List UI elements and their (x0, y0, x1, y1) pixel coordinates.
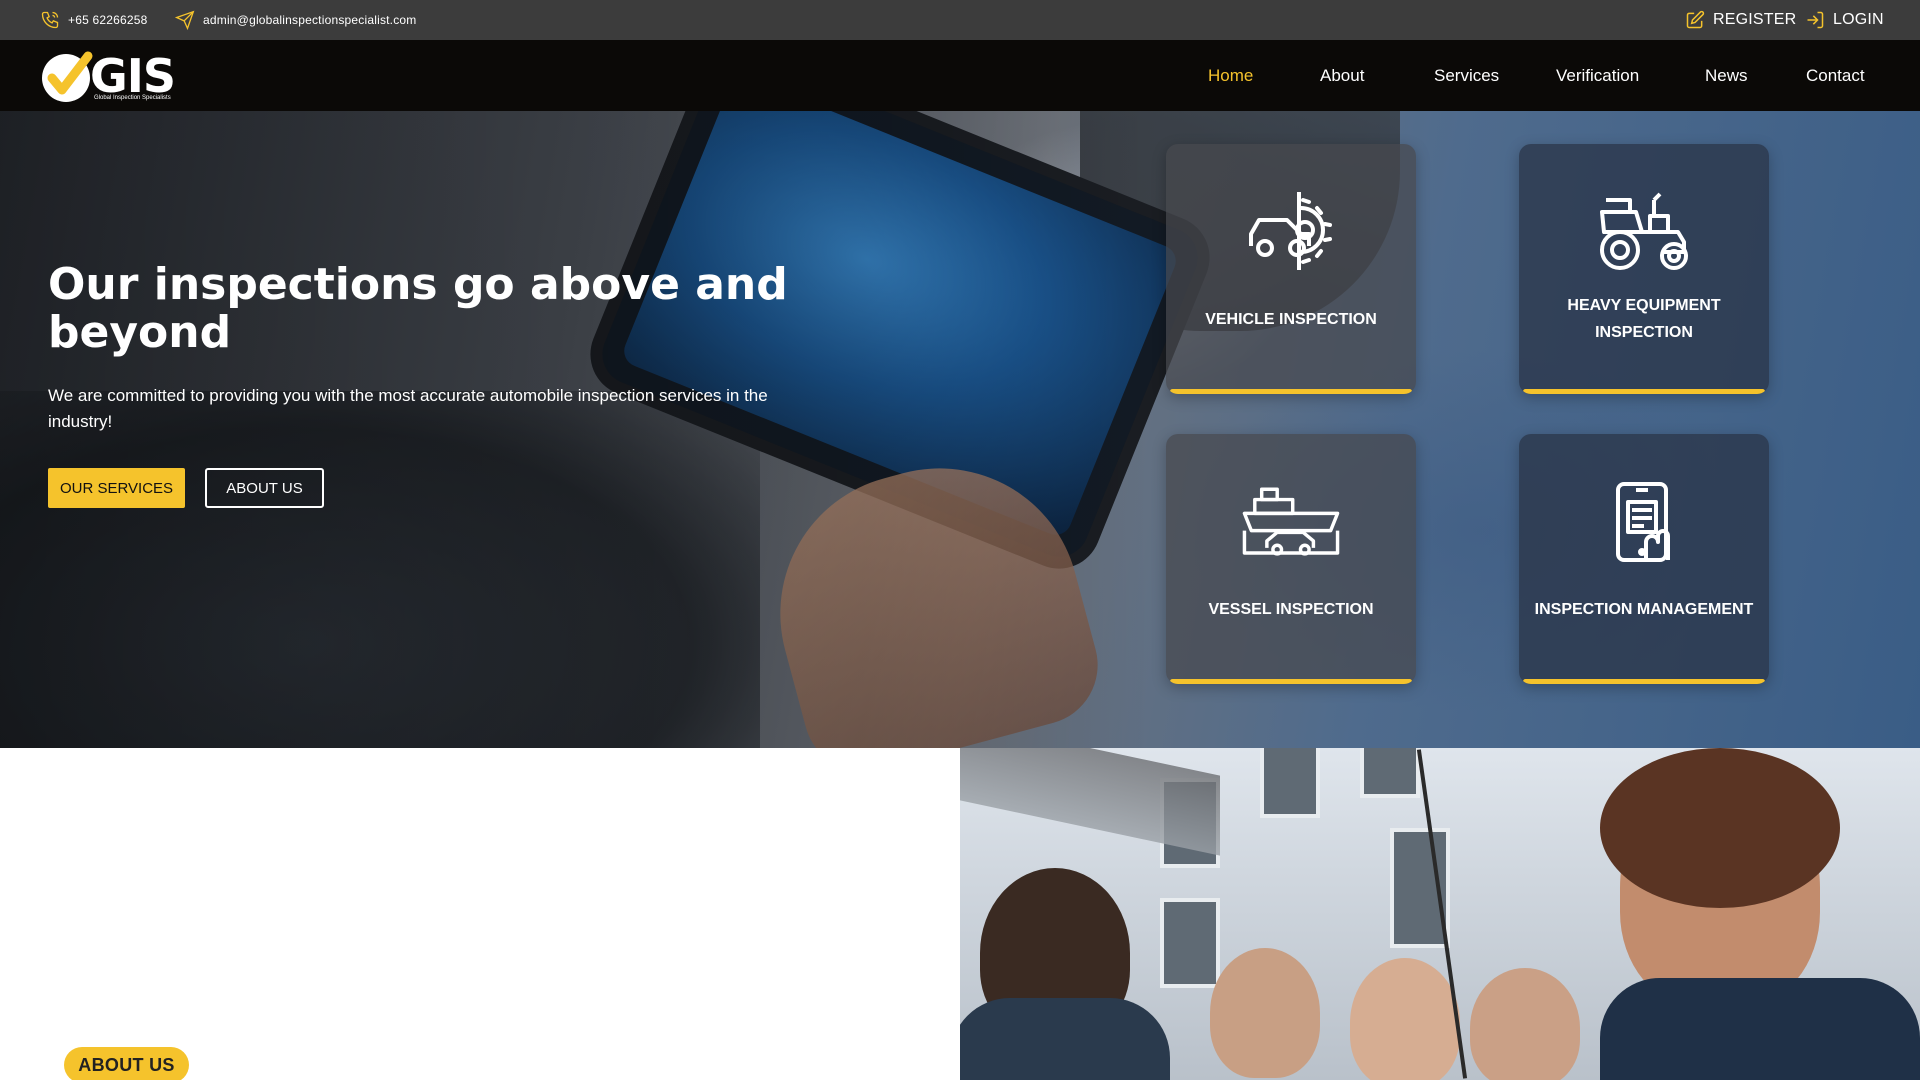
card-accent-bar (1170, 389, 1412, 394)
nav-services[interactable]: Services (1434, 40, 1499, 111)
nav-news[interactable]: News (1705, 40, 1748, 111)
register-link[interactable]: REGISTER (1685, 0, 1796, 40)
email-contact[interactable]: admin@globalinspectionspecialist.com (175, 0, 417, 40)
card-label: VEHICLE INSPECTION (1205, 310, 1377, 328)
hero-section: Our inspections go above and beyond We a… (0, 111, 1920, 748)
hero-subtitle: We are committed to providing you with t… (48, 386, 768, 431)
nav-home[interactable]: Home (1208, 40, 1253, 111)
login-label: LOGIN (1833, 11, 1884, 28)
car-gear-icon (1241, 189, 1341, 274)
about-us-button[interactable]: ABOUT US (205, 468, 324, 508)
our-services-button[interactable]: OUR SERVICES (48, 468, 185, 508)
phone-contact[interactable]: +65 62266258 (40, 0, 147, 40)
logo-subtitle: Global Inspection Specialists (94, 95, 171, 101)
about-photo (960, 748, 1920, 1080)
phone-document-icon (1594, 479, 1694, 564)
email-address: admin@globalinspectionspecialist.com (203, 13, 417, 27)
site-logo[interactable]: GIS Global Inspection Specialists (40, 48, 180, 104)
nav-contact[interactable]: Contact (1806, 40, 1865, 111)
edit-icon (1686, 10, 1705, 29)
card-accent-bar (1523, 389, 1765, 394)
nav-verification[interactable]: Verification (1556, 40, 1639, 111)
service-card-inspection-management[interactable]: INSPECTION MANAGEMENT (1519, 434, 1769, 684)
card-label: HEAVY EQUIPMENT INSPECTION (1567, 297, 1721, 341)
service-card-vessel[interactable]: VESSEL INSPECTION (1166, 434, 1416, 684)
register-label: REGISTER (1713, 11, 1797, 28)
ship-car-icon (1241, 479, 1341, 564)
service-card-vehicle[interactable]: VEHICLE INSPECTION (1166, 144, 1416, 394)
login-link[interactable]: LOGIN (1805, 0, 1884, 40)
card-label: VESSEL INSPECTION (1208, 600, 1374, 618)
service-card-heavy-equipment[interactable]: HEAVY EQUIPMENT INSPECTION (1519, 144, 1769, 394)
card-label: INSPECTION MANAGEMENT (1534, 600, 1754, 618)
login-icon (1807, 11, 1824, 29)
card-accent-bar (1523, 679, 1765, 684)
about-us-badge: ABOUT US (64, 1047, 189, 1080)
tractor-icon (1594, 189, 1694, 274)
hero-title: Our inspections go above and beyond (48, 259, 788, 358)
nav-about[interactable]: About (1320, 40, 1364, 111)
send-icon (175, 10, 195, 30)
phone-number: +65 62266258 (68, 13, 148, 27)
card-accent-bar (1170, 679, 1412, 684)
checkmark-logo-icon (42, 51, 93, 102)
phone-icon (41, 11, 59, 29)
top-contact-bar: +65 62266258 admin@globalinspectionspeci… (0, 0, 1920, 40)
